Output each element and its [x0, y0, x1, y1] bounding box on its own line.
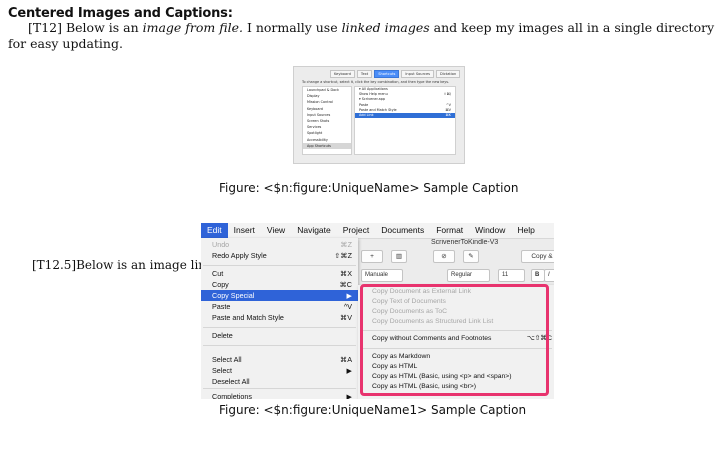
menu-item-select[interactable]: Select ▶: [201, 365, 358, 376]
tab-keyboard: Keyboard: [330, 70, 355, 78]
menu-item-select-all[interactable]: Select All ⌘A: [201, 354, 358, 365]
menu-item-paste-match-style[interactable]: Paste and Match Style ⌘V: [201, 312, 358, 323]
tab-text: Text: [356, 70, 373, 78]
menu-item-label: Cut: [212, 269, 224, 278]
para-emphasis-linked-images: linked images: [341, 20, 430, 35]
font-style-select[interactable]: Regular: [447, 269, 490, 282]
menu-item-label: Redo Apply Style: [212, 251, 267, 260]
menu-item-label: Undo: [212, 240, 230, 249]
menu-item-undo[interactable]: Undo ⌘Z: [201, 239, 358, 250]
menu-item-label: Delete: [212, 331, 233, 340]
menu-item-shortcut: ⌘A: [340, 355, 352, 364]
menu-item-cut[interactable]: Cut ⌘X: [201, 268, 358, 279]
submenu-arrow-icon: ▶: [346, 392, 352, 399]
tab-dictation: Dictation: [436, 70, 461, 78]
menu-documents[interactable]: Documents: [375, 223, 430, 238]
para-emphasis-image-from-file: image from file.: [142, 20, 243, 35]
highlight-annotation-box: [360, 284, 549, 396]
menu-navigate[interactable]: Navigate: [291, 223, 337, 238]
menu-item-label: Deselect All: [212, 377, 250, 386]
submenu-arrow-icon: ▶: [346, 291, 352, 300]
italic-button[interactable]: I: [544, 269, 554, 282]
menu-item-completions[interactable]: Completions ▶: [201, 391, 358, 399]
image-link-text: [T12.5]Below is an image link: [32, 258, 214, 272]
menu-project[interactable]: Project: [337, 223, 375, 238]
menu-separator: [203, 388, 356, 389]
para-mid: I normally use: [242, 20, 342, 35]
para-pre: Below is an: [62, 20, 143, 35]
tab-shortcuts: Shortcuts: [374, 70, 400, 78]
font-size-select[interactable]: 11: [498, 269, 525, 282]
menu-item-shortcut: ⌘X: [340, 269, 352, 278]
trash-icon[interactable]: ▥: [391, 250, 407, 263]
menu-item-shortcut: ⇧⌘Z: [334, 251, 352, 260]
menu-bar: Edit Insert View Navigate Project Docume…: [201, 223, 554, 239]
attach-icon[interactable]: ⊘: [433, 250, 455, 263]
shortcut-category-list: Launchpad & Dock Display Mission Control…: [302, 86, 352, 155]
category-item-app-shortcuts: App Shortcuts: [303, 142, 351, 149]
menu-help[interactable]: Help: [511, 223, 540, 238]
menu-item-shortcut: ^V: [343, 302, 352, 311]
shortcut-label: Add Link: [359, 112, 374, 117]
add-button[interactable]: +: [361, 250, 383, 263]
menu-edit[interactable]: Edit: [201, 223, 228, 238]
menu-item-deselect-all[interactable]: Deselect All: [201, 376, 358, 387]
menu-item-redo[interactable]: Redo Apply Style ⇧⌘Z: [201, 250, 358, 261]
menu-window[interactable]: Window: [469, 223, 511, 238]
menu-item-copy-special[interactable]: Copy Special ▶: [201, 290, 358, 301]
font-family-select[interactable]: Manuale: [361, 269, 403, 282]
submenu-arrow-icon: ▶: [346, 366, 352, 375]
intro-paragraph: [T12] Below is an image from file. I nor…: [8, 20, 720, 52]
menu-item-label: Paste and Match Style: [212, 313, 284, 322]
figure2-caption: Figure: <$n:figure:UniqueName1> Sample C…: [219, 403, 527, 417]
menu-item-shortcut: ⌘C: [339, 280, 352, 289]
prefs-tabs: Keyboard Text Shortcuts Input Sources Di…: [330, 70, 461, 78]
menu-item-label: Paste: [212, 302, 231, 311]
menu-insert[interactable]: Insert: [228, 223, 261, 238]
document-title: ScrivenerToKindle-V3: [431, 239, 499, 246]
prefs-hint: To change a shortcut, select it, click t…: [302, 80, 450, 84]
figure1-caption: Figure: <$n:figure:UniqueName> Sample Ca…: [219, 181, 519, 195]
tab-input-sources: Input Sources: [401, 70, 435, 78]
bold-button[interactable]: B: [531, 269, 545, 282]
edit-menu: Undo ⌘Z Redo Apply Style ⇧⌘Z Cut ⌘X Copy ⌘C …: [201, 238, 358, 399]
menu-item-label: Select All: [212, 355, 242, 364]
copy-format-button[interactable]: Copy &: [521, 250, 554, 263]
menu-item-paste[interactable]: Paste ^V: [201, 301, 358, 312]
menu-item-label: Copy: [212, 280, 229, 289]
menu-item-shortcut: ⌘Z: [340, 240, 352, 249]
menu-item-delete[interactable]: Delete: [201, 330, 358, 341]
menu-item-label: Copy Special: [212, 291, 255, 300]
menu-item-label: Select: [212, 366, 232, 375]
menu-view[interactable]: View: [261, 223, 291, 238]
menu-item-copy[interactable]: Copy ⌘C: [201, 279, 358, 290]
shortcut-row-selected: Add Link ⌘K: [355, 112, 455, 119]
figure1-image: Keyboard Text Shortcuts Input Sources Di…: [293, 66, 465, 164]
menu-item-shortcut: ⌘V: [340, 313, 352, 322]
shortcut-key: ⌘K: [445, 112, 451, 117]
menu-separator: [203, 327, 356, 328]
menu-separator: [203, 345, 356, 346]
menu-item-label: Completions: [212, 392, 252, 399]
section-heading: Centered Images and Captions:: [8, 6, 233, 21]
menu-format[interactable]: Format: [430, 223, 469, 238]
shortcut-list: ▾ All Applications Show Help menu ⇧⌘/ ▾ S…: [354, 86, 456, 155]
para-tag: [T12]: [28, 20, 62, 35]
edit-icon[interactable]: ✎: [463, 250, 479, 263]
menu-separator: [203, 265, 356, 266]
shortcut-key: ⇧⌘/: [443, 92, 451, 97]
